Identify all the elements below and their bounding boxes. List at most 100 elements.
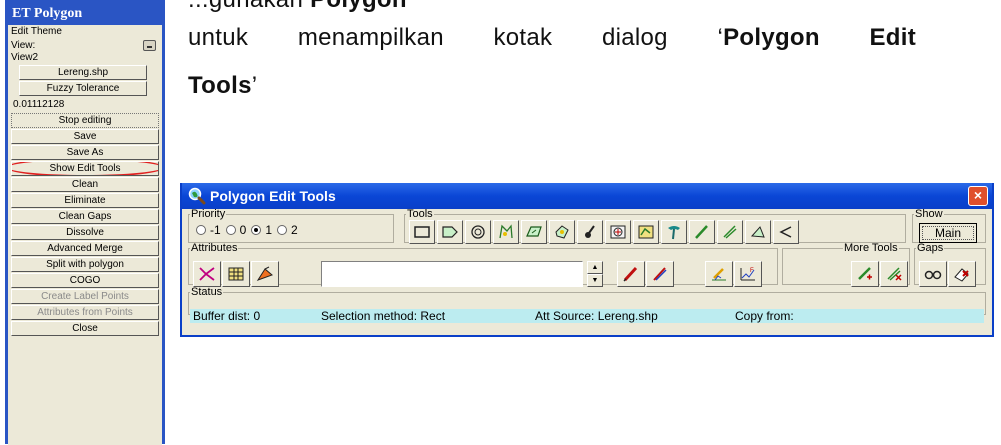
attributes-from-points-button[interactable]: Attributes from Points — [11, 305, 159, 320]
attribute-fill-icon[interactable] — [251, 261, 279, 287]
status-group: Status Buffer dist: 0 Selection method: … — [188, 286, 986, 323]
et-polygon-panel: ET Polygon Edit Theme View: View2 Lereng… — [5, 0, 165, 445]
caption-line-1-bold: Polygon — [310, 0, 407, 13]
hammer-tool-icon[interactable] — [661, 220, 687, 244]
closing-quote: ’ — [251, 72, 258, 99]
polygon-tool-icon[interactable] — [437, 220, 463, 244]
status-legend: Status — [191, 286, 223, 298]
show-edit-tools-button[interactable]: Show Edit Tools — [11, 161, 159, 176]
save-as-button[interactable]: Save As — [11, 145, 159, 160]
gaps-legend: Gaps — [917, 242, 944, 254]
graph-chart-icon[interactable]: F — [734, 261, 762, 287]
priority-label-minus1: -1 — [210, 223, 221, 237]
pen-buttons — [617, 261, 674, 287]
et-panel-title: ET Polygon — [12, 6, 83, 21]
brush-tool-icon[interactable] — [577, 220, 603, 244]
attributes-group: Attributes ▲ ▼ F — [188, 242, 778, 287]
cogo-button[interactable]: COGO — [11, 273, 159, 288]
vertex-tool-icon[interactable] — [773, 220, 799, 244]
tolerance-value: 0.01112128 — [13, 99, 65, 110]
word-tools: Tools — [188, 72, 252, 99]
caption-line-3: Tools’ — [188, 72, 988, 100]
more-tools-legend: More Tools — [844, 242, 898, 254]
attribute-buttons — [193, 261, 279, 287]
theme-button[interactable]: Lereng.shp — [19, 65, 147, 80]
split-with-polygon-button[interactable]: Split with polygon — [11, 257, 159, 272]
split-tool-icon[interactable] — [549, 220, 575, 244]
more-tools-group: More Tools — [782, 242, 910, 287]
priority-radio-2[interactable] — [277, 225, 288, 235]
trace-tool-icon[interactable] — [493, 220, 519, 244]
clean-button[interactable]: Clean — [11, 177, 159, 192]
delete-line-icon[interactable] — [880, 261, 908, 287]
graph-pen-icon[interactable] — [705, 261, 733, 287]
minimize-icon[interactable] — [143, 39, 156, 51]
priority-radio-1[interactable] — [251, 225, 262, 235]
map-tool-icon[interactable] — [633, 220, 659, 244]
priority-label-1: 1 — [265, 223, 273, 237]
status-copy: Copy from: — [735, 309, 794, 323]
status-buffer: Buffer dist: 0 — [193, 309, 261, 323]
clean-gaps-button[interactable]: Clean Gaps — [11, 209, 159, 224]
magnifier-globe-icon — [188, 187, 206, 205]
priority-radios: -1 0 1 2 — [189, 219, 393, 237]
attribute-value-input[interactable] — [321, 261, 583, 287]
advanced-merge-button[interactable]: Advanced Merge — [11, 241, 159, 256]
circle-tool-icon[interactable] — [465, 220, 491, 244]
view-value: View2 — [11, 52, 39, 63]
save-button[interactable]: Save — [11, 129, 159, 144]
create-label-points-button[interactable]: Create Label Points — [11, 289, 159, 304]
priority-label-2: 2 — [291, 223, 298, 237]
word-untuk: untuk — [188, 24, 249, 51]
union-tool-icon[interactable] — [605, 220, 631, 244]
spin-up-icon[interactable]: ▲ — [587, 261, 603, 274]
show-group: Show Main — [912, 209, 986, 243]
caption-line-1: ...gunakan Polygon — [188, 0, 988, 20]
polygon-edit-tools-dialog: Polygon Edit Tools × Priority -1 0 1 2 T… — [180, 183, 994, 337]
remove-gaps-icon[interactable] — [948, 261, 976, 287]
dialog-title: Polygon Edit Tools — [210, 188, 336, 204]
main-button[interactable]: Main — [919, 223, 977, 243]
find-gaps-icon[interactable] — [919, 261, 947, 287]
stop-editing-button[interactable]: Stop editing — [11, 113, 159, 128]
slash-tool-icon[interactable] — [717, 220, 743, 244]
rectangle-tool-icon[interactable] — [409, 220, 435, 244]
word-dialog: dialog — [601, 24, 668, 51]
fuzzy-tolerance-button[interactable]: Fuzzy Tolerance — [19, 81, 147, 96]
close-button[interactable]: Close — [11, 321, 159, 336]
close-icon[interactable]: × — [968, 186, 988, 206]
attribute-network-icon[interactable] — [193, 261, 221, 287]
blue-pen-icon[interactable] — [646, 261, 674, 287]
word-polygon: ‘Polygon — [717, 24, 820, 51]
red-pen-icon[interactable] — [617, 261, 645, 287]
angle-tool-icon[interactable] — [745, 220, 771, 244]
priority-radio-0[interactable] — [225, 225, 236, 235]
eliminate-button[interactable]: Eliminate — [11, 193, 159, 208]
attribute-table-icon[interactable] — [222, 261, 250, 287]
word-edit: Edit — [869, 24, 916, 51]
caption-line-1-text: ...gunakan — [188, 0, 310, 13]
svg-text:F: F — [750, 268, 754, 274]
edit-theme-label: Edit Theme — [11, 26, 62, 37]
reshape-tool-icon[interactable] — [521, 220, 547, 244]
show-edit-tools-label: Show Edit Tools — [49, 163, 121, 174]
word-kotak: kotak — [493, 24, 553, 51]
status-bar: Buffer dist: 0 Selection method: Rect At… — [190, 309, 984, 323]
gaps-buttons — [919, 261, 976, 287]
show-legend: Show — [915, 208, 943, 220]
status-selection: Selection method: Rect — [321, 309, 446, 323]
add-line-icon[interactable] — [851, 261, 879, 287]
priority-label-0: 0 — [239, 223, 247, 237]
priority-radio-minus1[interactable] — [196, 225, 206, 235]
dialog-titlebar[interactable]: Polygon Edit Tools × — [182, 183, 992, 209]
view-row: View: — [11, 38, 159, 52]
attribute-spinner[interactable]: ▲ ▼ — [587, 261, 603, 287]
priority-group: Priority -1 0 1 2 — [188, 209, 394, 243]
spin-down-icon[interactable]: ▼ — [587, 274, 603, 287]
attributes-legend: Attributes — [191, 242, 238, 254]
tools-group: Tools — [404, 209, 906, 244]
dissolve-button[interactable]: Dissolve — [11, 225, 159, 240]
line-tool-icon[interactable] — [689, 220, 715, 244]
status-source: Att Source: Lereng.shp — [535, 309, 658, 323]
gaps-group: Gaps — [914, 242, 986, 287]
